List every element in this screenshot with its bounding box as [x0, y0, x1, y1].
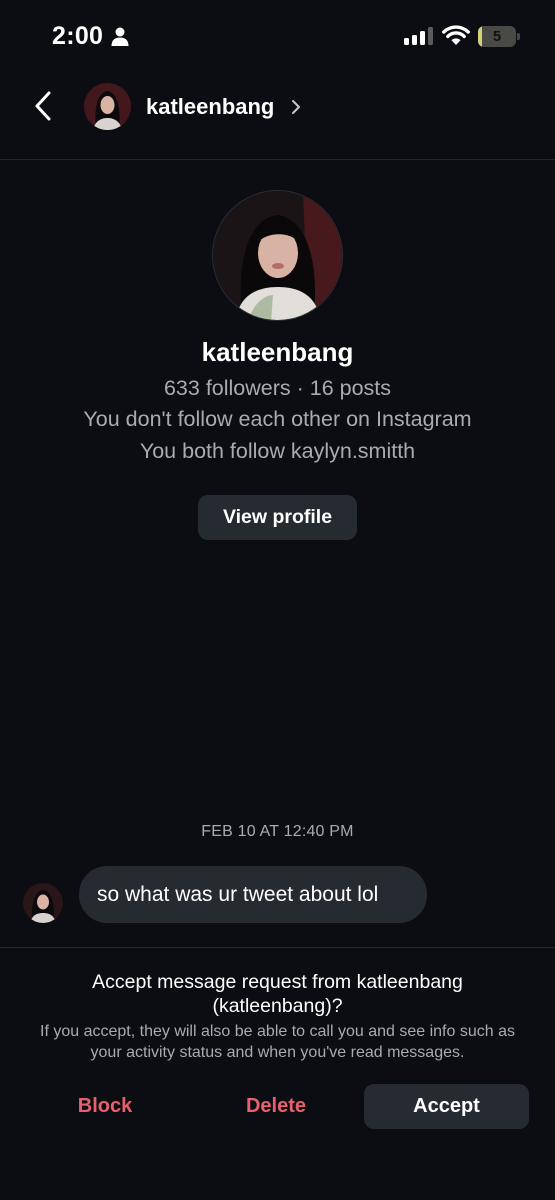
- person-icon: [111, 27, 129, 46]
- status-bar: 2:00 5: [0, 0, 555, 76]
- profile-avatar[interactable]: [212, 190, 343, 321]
- header-username[interactable]: katleenbang: [146, 94, 274, 120]
- message-request-panel: Accept message request from katleenbang …: [0, 947, 555, 1200]
- message-timestamp: FEB 10 AT 12:40 PM: [201, 823, 354, 840]
- cellular-signal-icon: [404, 27, 433, 45]
- profile-username: katleenbang: [201, 337, 354, 367]
- accept-button[interactable]: Accept: [364, 1084, 529, 1129]
- chat-header: katleenbang: [0, 76, 555, 160]
- mutual-follow-text: You both follow kaylyn.smitth: [139, 439, 416, 463]
- request-title: Accept message request from katleenbang …: [92, 971, 463, 1017]
- message-bubble[interactable]: so what was ur tweet about lol: [79, 866, 427, 923]
- back-button[interactable]: [30, 88, 62, 124]
- follow-status-text: You don't follow each other on Instagram: [83, 407, 472, 431]
- wifi-icon: [442, 25, 470, 45]
- block-button[interactable]: Block: [40, 1084, 170, 1129]
- view-profile-button[interactable]: View profile: [198, 495, 357, 540]
- request-description: If you accept, they will also be able to…: [40, 1023, 515, 1061]
- sender-avatar[interactable]: [23, 883, 63, 923]
- chevron-right-icon[interactable]: [290, 99, 302, 115]
- dm-request-screen: 2:00 5 katleenbang katleenbang 633 follo…: [0, 0, 555, 1200]
- profile-stats: 633 followers · 16 posts: [163, 376, 392, 400]
- battery-level: 5: [492, 28, 502, 45]
- header-avatar[interactable]: [84, 83, 131, 130]
- delete-button[interactable]: Delete: [211, 1084, 341, 1129]
- battery-indicator: 5: [478, 26, 520, 47]
- status-time: 2:00: [52, 22, 104, 50]
